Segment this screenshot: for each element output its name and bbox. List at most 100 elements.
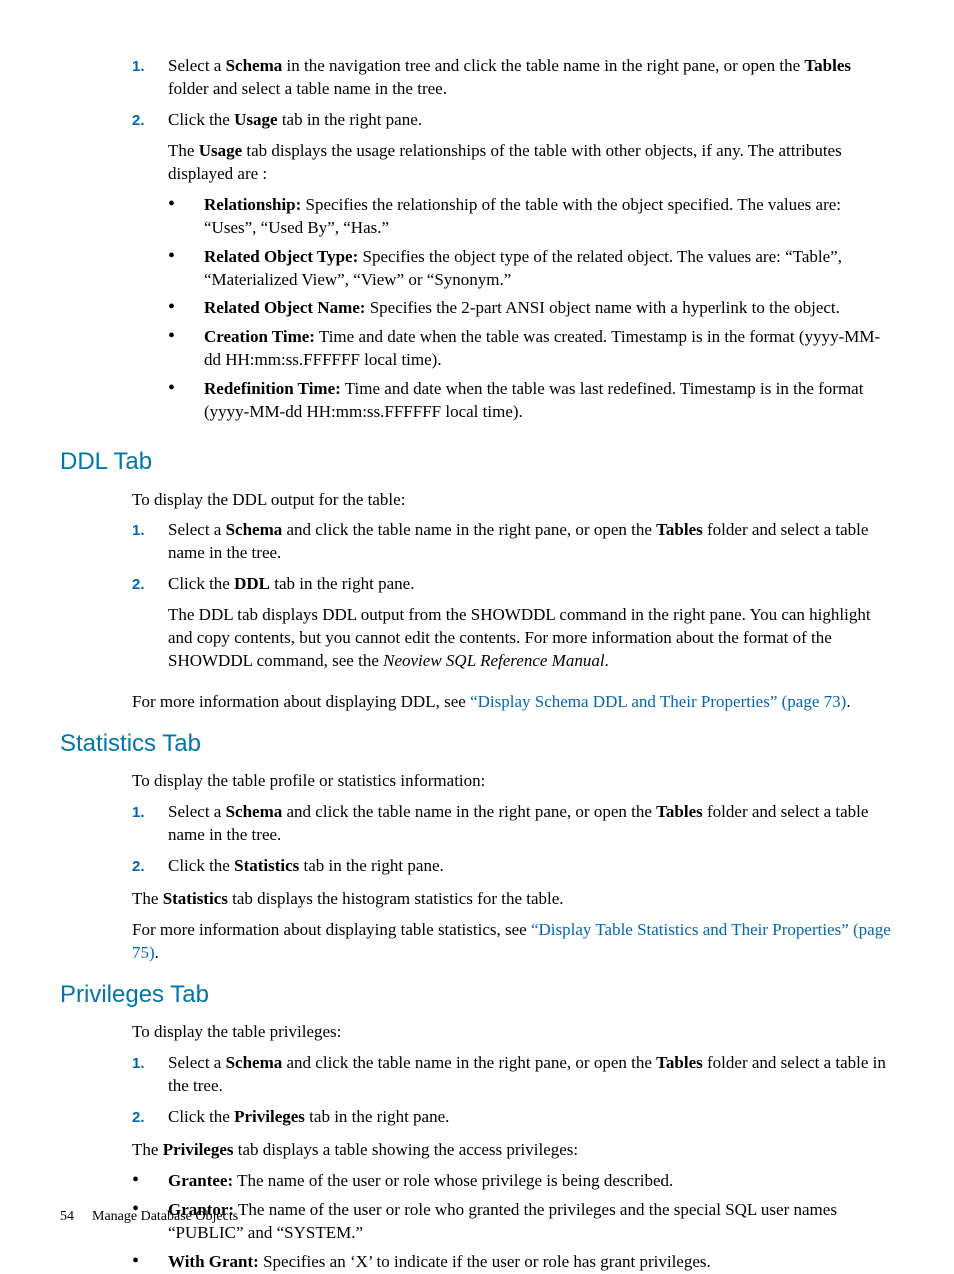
- text: .: [846, 692, 850, 711]
- page-footer: 54 Manage Database Objects: [60, 1208, 238, 1227]
- text: The name of the user or role who granted…: [168, 1200, 837, 1242]
- paragraph: For more information about displaying ta…: [132, 919, 894, 965]
- text: tab in the right pane.: [305, 1107, 449, 1126]
- text: .: [605, 651, 609, 670]
- step-body: Click the Statistics tab in the right pa…: [168, 855, 894, 878]
- text: tab displays a table showing the access …: [234, 1140, 579, 1159]
- text: Select a: [168, 1053, 226, 1072]
- text-bold: Grantee:: [168, 1171, 233, 1190]
- text-bold: Relationship:: [204, 195, 301, 214]
- paragraph: The Privileges tab displays a table show…: [132, 1139, 894, 1162]
- privileges-steps: 1. Select a Schema and click the table n…: [132, 1052, 894, 1129]
- text: The: [132, 889, 163, 908]
- heading-statistics-tab: Statistics Tab: [60, 728, 894, 760]
- text: in the navigation tree and click the tab…: [282, 56, 804, 75]
- text: For more information about displaying DD…: [132, 692, 470, 711]
- text: The: [168, 141, 199, 160]
- step-body: Click the Usage tab in the right pane. T…: [168, 109, 894, 432]
- text-bold: Related Object Type:: [204, 247, 358, 266]
- text-bold: Privileges: [163, 1140, 234, 1159]
- usage-attributes-list: •Relationship: Specifies the relationshi…: [168, 194, 894, 424]
- text-bold: Statistics: [163, 889, 228, 908]
- page-number: 54: [60, 1209, 74, 1224]
- text-bold: Usage: [199, 141, 242, 160]
- step-body: Select a Schema in the navigation tree a…: [168, 55, 894, 101]
- bullet-icon: •: [132, 1251, 168, 1274]
- step-number: 2.: [132, 573, 168, 681]
- cross-reference-link[interactable]: “Display Schema DDL and Their Properties…: [470, 692, 846, 711]
- step-number: 1.: [132, 55, 168, 101]
- statistics-steps: 1. Select a Schema and click the table n…: [132, 801, 894, 878]
- text: Click the: [168, 856, 234, 875]
- step-number: 2.: [132, 855, 168, 878]
- text-bold: Tables: [656, 520, 703, 539]
- text: Specifies an ‘X’ to indicate if the user…: [259, 1252, 711, 1271]
- text: Select a: [168, 520, 226, 539]
- bullet-icon: •: [132, 1170, 168, 1193]
- paragraph: For more information about displaying DD…: [132, 691, 894, 714]
- text: folder and select a table name in the tr…: [168, 79, 447, 98]
- step-number: 1.: [132, 1052, 168, 1098]
- chapter-title: Manage Database Objects: [92, 1209, 238, 1224]
- text-bold: Schema: [226, 520, 283, 539]
- step-body: Click the Privileges tab in the right pa…: [168, 1106, 894, 1129]
- step-body: Select a Schema and click the table name…: [168, 519, 894, 565]
- step-body: Click the DDL tab in the right pane. The…: [168, 573, 894, 681]
- text-bold: Schema: [226, 56, 283, 75]
- bullet-icon: •: [168, 297, 204, 320]
- usage-steps: 1. Select a Schema in the navigation tre…: [132, 55, 894, 432]
- text-bold: Statistics: [234, 856, 299, 875]
- text-bold: Related Object Name:: [204, 298, 365, 317]
- list-item: Related Object Type: Specifies the objec…: [204, 246, 894, 292]
- list-item: Grantee: The name of the user or role wh…: [168, 1170, 894, 1193]
- step-number: 2.: [132, 1106, 168, 1129]
- text-bold: Tables: [804, 56, 851, 75]
- text-bold: Tables: [656, 1053, 703, 1072]
- privileges-attributes-list: •Grantee: The name of the user or role w…: [132, 1170, 894, 1274]
- text-bold: DDL: [234, 574, 270, 593]
- step-body: Select a Schema and click the table name…: [168, 1052, 894, 1098]
- paragraph: The Statistics tab displays the histogra…: [132, 888, 894, 911]
- bullet-icon: •: [168, 326, 204, 372]
- text: Click the: [168, 110, 234, 129]
- text-bold: Usage: [234, 110, 277, 129]
- text: Select a: [168, 56, 226, 75]
- step-body: Select a Schema and click the table name…: [168, 801, 894, 847]
- list-item: Relationship: Specifies the relationship…: [204, 194, 894, 240]
- bullet-icon: •: [168, 378, 204, 424]
- paragraph: To display the DDL output for the table:: [132, 489, 894, 512]
- step-number: 1.: [132, 519, 168, 565]
- text-bold: Tables: [656, 802, 703, 821]
- text: Select a: [168, 802, 226, 821]
- paragraph: To display the table privileges:: [132, 1021, 894, 1044]
- list-item: With Grant: Specifies an ‘X’ to indicate…: [168, 1251, 894, 1274]
- text: tab displays the histogram statistics fo…: [228, 889, 564, 908]
- list-item: Redefinition Time: Time and date when th…: [204, 378, 894, 424]
- text: The: [132, 1140, 163, 1159]
- text: Click the: [168, 574, 234, 593]
- text-bold: Schema: [226, 802, 283, 821]
- text: The name of the user or role whose privi…: [233, 1171, 673, 1190]
- text: and click the table name in the right pa…: [282, 802, 656, 821]
- bullet-icon: •: [168, 194, 204, 240]
- text-bold: Redefinition Time:: [204, 379, 341, 398]
- text: tab displays the usage relationships of …: [168, 141, 842, 183]
- text: tab in the right pane.: [278, 110, 422, 129]
- list-item: Grantor: The name of the user or role wh…: [168, 1199, 894, 1245]
- text-bold: Schema: [226, 1053, 283, 1072]
- text: tab in the right pane.: [270, 574, 414, 593]
- text: and click the table name in the right pa…: [282, 1053, 656, 1072]
- text-bold: With Grant:: [168, 1252, 259, 1271]
- step-number: 2.: [132, 109, 168, 432]
- paragraph: To display the table profile or statisti…: [132, 770, 894, 793]
- heading-ddl-tab: DDL Tab: [60, 446, 894, 478]
- text: tab in the right pane.: [299, 856, 443, 875]
- text-bold: Privileges: [234, 1107, 305, 1126]
- ddl-steps: 1. Select a Schema and click the table n…: [132, 519, 894, 681]
- step-number: 1.: [132, 801, 168, 847]
- list-item: Creation Time: Time and date when the ta…: [204, 326, 894, 372]
- text-citation: Neoview SQL Reference Manual: [383, 651, 604, 670]
- text: Specifies the 2-part ANSI object name wi…: [365, 298, 839, 317]
- text: Click the: [168, 1107, 234, 1126]
- text: For more information about displaying ta…: [132, 920, 531, 939]
